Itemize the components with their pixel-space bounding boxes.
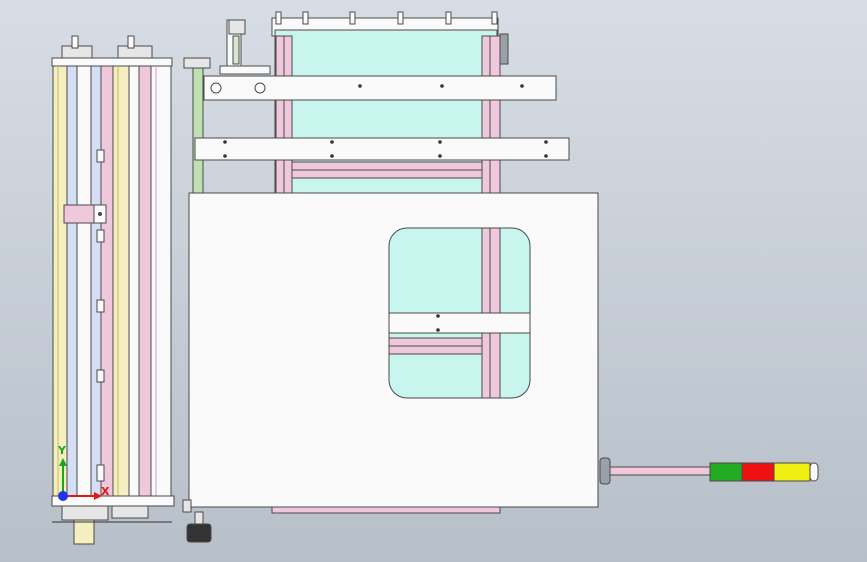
tank-nub [302,11,309,25]
roller-4 [90,65,102,497]
roller-pin-5 [96,464,105,482]
tank-right-ear [499,33,509,65]
tank-right-post [481,35,501,197]
crossbar-hole [544,154,548,158]
upright-cap [183,57,211,69]
cad-viewport[interactable]: Y X [0,0,867,562]
window-hole-2 [436,328,440,332]
signal-light-yellow [773,462,811,482]
roller-1 [52,65,68,497]
roller-2 [66,65,78,497]
roller-pin-1 [96,149,105,163]
signal-tower-mount [599,457,611,485]
upright-post [192,59,204,196]
roller-pin-3 [96,299,105,313]
roller-gear-bottom-2 [111,505,149,519]
roller-8 [138,65,152,497]
roller-3 [76,65,92,497]
cabinet-knob [186,523,212,543]
crossbar-hole [438,154,442,158]
assembly-drawing [0,0,867,562]
signal-tower-cap [809,462,819,482]
tank-nub [397,11,404,25]
triad-x-label: X [101,485,110,498]
tank-nub [445,11,452,25]
crossbar-hole [223,140,227,144]
roller-gear-bottom [61,505,109,521]
crossbar-hole [520,84,524,88]
crossbar-hole [438,140,442,144]
signal-tower-pole [609,466,711,476]
crossbar-hole [358,84,362,88]
roller-6 [112,65,130,497]
signal-light-green [709,462,743,482]
crossbar-hole [223,154,227,158]
crossbar-hole [330,154,334,158]
tank-nub [275,11,282,25]
roller-assembly[interactable] [51,35,175,545]
crossbar-hole [544,140,548,144]
roller-pin-2 [96,229,105,243]
roller-clamp-hole [98,212,102,216]
crossbar-upper-wheel-2 [254,82,266,94]
cabinet-knob-stem [194,511,204,525]
bracket-head [228,19,246,35]
window-crossbar [388,312,531,334]
bracket-base [219,65,271,75]
crossbar-hole [440,84,444,88]
roller-shaft-bottom [73,519,95,545]
front-cabinet[interactable] [182,192,599,543]
crossbar-lower [194,137,570,161]
cabinet-foot [182,499,192,513]
tank-nub [491,11,498,25]
window-hole-1 [436,314,440,318]
roller-5 [100,65,114,497]
tank-nub [349,11,356,25]
roller-7 [128,65,140,497]
crossbar-hole [330,140,334,144]
roller-top-plate [51,57,173,67]
bracket-slot [232,35,240,65]
crossbar-upper-wheel-1 [210,82,222,94]
roller-pin-4 [96,369,105,383]
triad-y-label: Y [58,444,66,457]
roller-9 [150,65,172,497]
roller-gear-top-2 [117,45,153,59]
roller-shaft-top [71,35,79,49]
roller-bottom-plate [51,495,175,507]
triad-z-axis [58,491,68,501]
roller-shaft-top-2 [127,35,135,49]
signal-light-red [741,462,775,482]
